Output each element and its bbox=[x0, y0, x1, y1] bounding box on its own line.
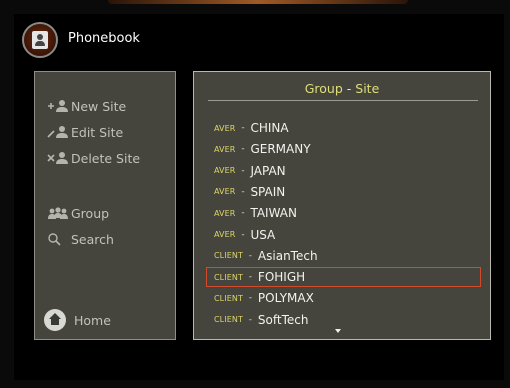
group-icon bbox=[47, 206, 71, 220]
separator: - bbox=[238, 144, 248, 155]
group-prefix: AVER bbox=[214, 187, 236, 197]
menu-item-label: Search bbox=[71, 231, 114, 247]
list-header-separator: - bbox=[342, 81, 356, 96]
top-accent-bar bbox=[108, 0, 408, 4]
group-prefix: AVER bbox=[214, 144, 236, 154]
site-name: USA bbox=[250, 227, 276, 242]
separator: - bbox=[245, 250, 255, 261]
separator: - bbox=[238, 123, 248, 133]
site-name: SoftTech bbox=[257, 312, 309, 327]
site-name: AsianTech bbox=[257, 248, 318, 263]
menu-item-label: New Site bbox=[71, 98, 127, 114]
list-header: Group - Site bbox=[194, 81, 490, 96]
separator: - bbox=[238, 229, 248, 240]
phonebook-contact-icon bbox=[22, 22, 58, 58]
menu-item-label: Delete Site bbox=[71, 150, 141, 166]
list-header-site: Site bbox=[355, 81, 380, 96]
edit-site-button[interactable]: Edit Site bbox=[47, 122, 123, 142]
list-item[interactable]: CLIENT - AsianTech bbox=[206, 246, 481, 266]
site-name: SPAIN bbox=[250, 184, 286, 199]
group-prefix: CLIENT bbox=[214, 272, 243, 282]
group-prefix: AVER bbox=[214, 123, 236, 133]
list-item[interactable]: CLIENT - POLYMAX bbox=[206, 288, 481, 308]
add-person-icon bbox=[47, 99, 71, 113]
group-button[interactable]: Group bbox=[47, 203, 109, 223]
list-item[interactable]: AVER - JAPAN bbox=[206, 161, 481, 181]
list-item[interactable]: CLIENT - SoftTech bbox=[206, 310, 481, 330]
group-prefix: AVER bbox=[214, 208, 236, 218]
down-arrow-icon[interactable] bbox=[335, 329, 341, 333]
group-prefix: CLIENT bbox=[214, 315, 243, 325]
menu-item-label: Edit Site bbox=[71, 124, 124, 140]
site-name: POLYMAX bbox=[257, 291, 314, 306]
separator: - bbox=[238, 186, 248, 197]
menu-panel: New Site Edit Site Delete Site Group Sea… bbox=[34, 71, 176, 340]
home-label: Home bbox=[74, 312, 111, 328]
app-title: Phonebook bbox=[68, 31, 140, 46]
delete-site-button[interactable]: Delete Site bbox=[47, 148, 140, 168]
group-prefix: AVER bbox=[214, 230, 236, 239]
list-item[interactable]: AVER - TAIWAN bbox=[206, 203, 481, 223]
site-name: GERMANY bbox=[250, 142, 311, 157]
list-item[interactable]: AVER - USA bbox=[206, 225, 481, 245]
new-site-button[interactable]: New Site bbox=[47, 96, 126, 116]
site-name: FOHIGH bbox=[257, 270, 306, 285]
separator: - bbox=[245, 293, 255, 304]
group-site-list-panel: Group - Site AVER - CHINA AVER - GERMANY A… bbox=[193, 71, 491, 340]
search-icon bbox=[47, 232, 71, 246]
delete-person-icon bbox=[47, 151, 71, 165]
site-name: CHINA bbox=[250, 121, 289, 135]
search-button[interactable]: Search bbox=[47, 229, 114, 249]
separator: - bbox=[238, 165, 248, 176]
separator: - bbox=[238, 208, 248, 219]
site-name: TAIWAN bbox=[250, 206, 297, 221]
group-prefix: CLIENT bbox=[214, 293, 243, 303]
group-prefix: CLIENT bbox=[214, 251, 243, 261]
separator: - bbox=[245, 314, 255, 325]
header-divider bbox=[208, 100, 478, 101]
list-item[interactable]: CLIENT - FOHIGH bbox=[206, 267, 481, 288]
edit-person-icon bbox=[47, 125, 71, 139]
separator: - bbox=[245, 272, 255, 283]
list-item[interactable]: AVER - CHINA bbox=[206, 118, 481, 138]
home-button[interactable]: Home bbox=[44, 308, 111, 332]
site-name: JAPAN bbox=[250, 163, 286, 178]
list-item[interactable]: AVER - SPAIN bbox=[206, 182, 481, 202]
list-item[interactable]: AVER - GERMANY bbox=[206, 139, 481, 159]
home-icon bbox=[44, 309, 66, 331]
list-header-group: Group bbox=[304, 81, 343, 96]
group-prefix: AVER bbox=[214, 166, 236, 176]
menu-item-label: Group bbox=[71, 205, 110, 221]
